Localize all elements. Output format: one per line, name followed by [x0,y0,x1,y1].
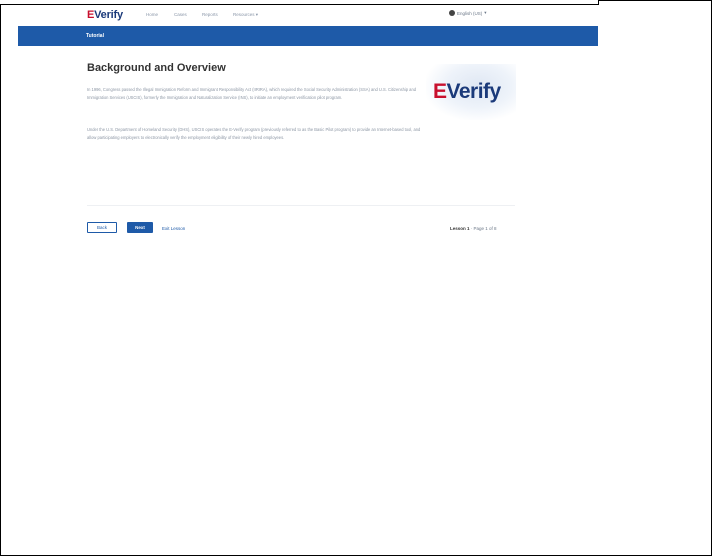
language-selector[interactable]: English (US) ▾ [449,10,487,16]
back-button[interactable]: Back [87,222,117,233]
globe-icon [449,10,455,16]
language-label: English (US) [457,10,483,16]
next-button[interactable]: Next [127,222,153,233]
top-navigation: EVerify Home Cases Reports Resources ▾ E… [18,5,598,25]
nav-item-home[interactable]: Home [146,12,158,17]
banner-label: Tutorial [86,33,104,39]
everify-large-logo: EVerify [433,80,501,104]
page-indicator: Page 1 of 8 [473,226,497,231]
exit-lesson-link[interactable]: Exit Lesson [162,226,185,231]
overview-paragraph-1: In 1996, Congress passed the Illegal Imm… [87,87,417,100]
nav-item-resources-label: Resources [233,12,255,17]
chevron-down-icon: ▾ [484,10,487,15]
nav-item-reports[interactable]: Reports [202,12,218,17]
screenshot-frame [0,0,712,556]
lesson-label: Lesson 1 [450,226,470,231]
tutorial-banner: Tutorial [18,26,598,46]
logo-verify: Verify [94,9,123,21]
large-logo-verify: Verify [446,80,502,103]
content-divider [87,205,515,206]
large-logo-e: E [433,80,447,103]
everify-logo[interactable]: EVerify [87,9,123,21]
overview-paragraph-2: Under the U.S. Department of Homeland Se… [87,127,421,140]
nav-item-resources[interactable]: Resources ▾ [233,12,258,18]
nav-item-cases[interactable]: Cases [174,12,187,17]
page-title: Background and Overview [87,62,226,74]
chevron-down-icon: ▾ [255,12,259,17]
lesson-indicator: Lesson 1 · Page 1 of 8 [450,226,497,231]
